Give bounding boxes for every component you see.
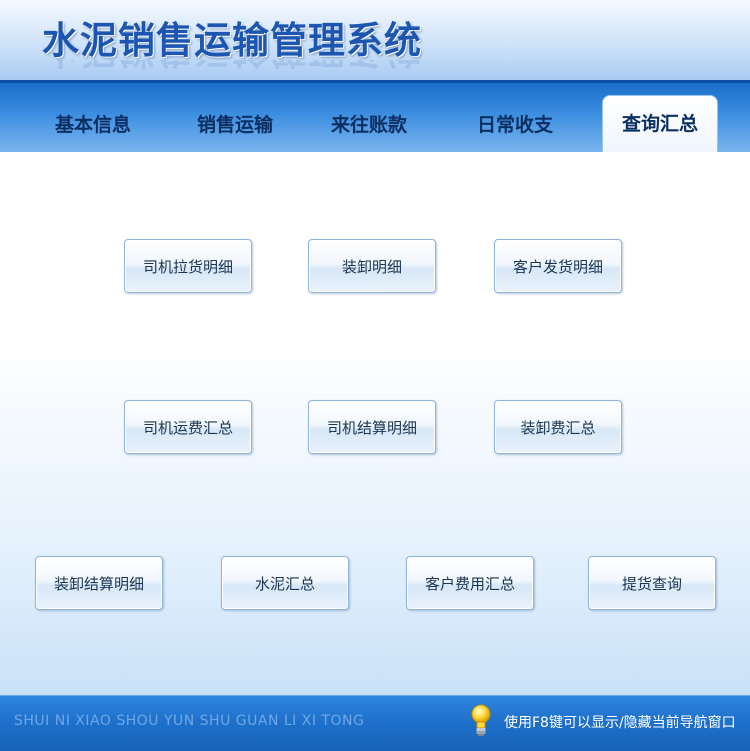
tab-daily-income-expense[interactable]: 日常收支: [460, 97, 570, 153]
title-bar: 水泥销售运输管理系统 水泥销售运输管理系统: [0, 0, 750, 80]
driver-pickup-detail-button[interactable]: 司机拉货明细: [124, 239, 252, 293]
loading-settlement-detail-button[interactable]: 装卸结算明细: [35, 556, 163, 610]
pickup-query-button[interactable]: 提货查询: [588, 556, 716, 610]
app-title-reflection: 水泥销售运输管理系统: [42, 60, 422, 80]
cement-summary-button[interactable]: 水泥汇总: [221, 556, 349, 610]
f8-hint-text: 使用F8键可以显示/隐藏当前导航窗口: [504, 715, 736, 731]
app-title: 水泥销售运输管理系统: [42, 19, 422, 62]
customer-shipment-detail-button[interactable]: 客户发货明细: [494, 239, 622, 293]
lightbulb-icon: [470, 703, 492, 739]
tab-bar: 基本信息 销售运输 来往账款 日常收支 查询汇总: [0, 80, 750, 156]
driver-freight-summary-button[interactable]: 司机运费汇总: [124, 400, 252, 454]
tab-accounts[interactable]: 来往账款: [314, 97, 424, 153]
main-content: 司机拉货明细 装卸明细 客户发货明细 司机运费汇总 司机结算明细 装卸费汇总 装…: [0, 152, 750, 695]
loading-fee-summary-button[interactable]: 装卸费汇总: [494, 400, 622, 454]
customer-fee-summary-button[interactable]: 客户费用汇总: [406, 556, 534, 610]
tab-basic-info[interactable]: 基本信息: [38, 97, 148, 153]
tab-query-summary[interactable]: 查询汇总: [602, 95, 718, 156]
tab-sales-transport[interactable]: 销售运输: [180, 97, 290, 153]
driver-settlement-detail-button[interactable]: 司机结算明细: [308, 400, 436, 454]
status-bar: SHUI NI XIAO SHOU YUN SHU GUAN LI XI TON…: [0, 695, 750, 751]
pinyin-title: SHUI NI XIAO SHOU YUN SHU GUAN LI XI TON…: [14, 713, 365, 729]
loading-detail-button[interactable]: 装卸明细: [308, 239, 436, 293]
